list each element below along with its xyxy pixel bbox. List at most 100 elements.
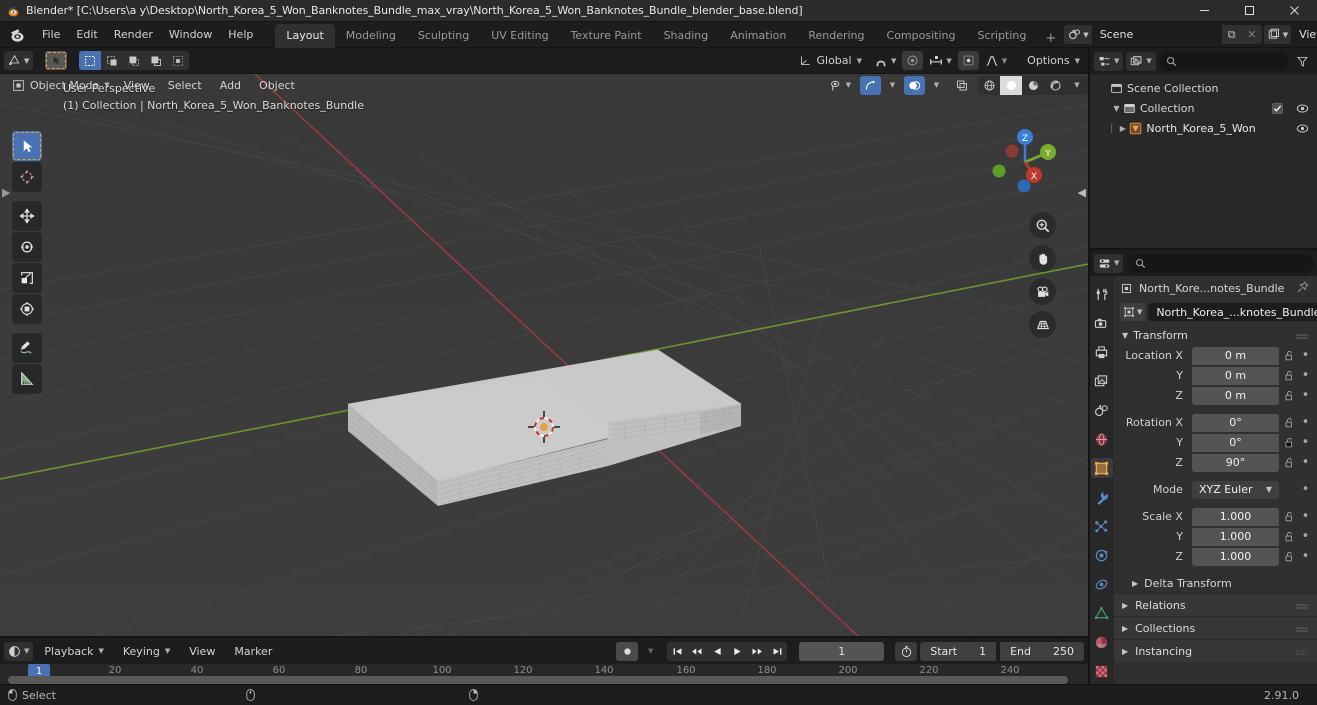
zoom-icon[interactable] <box>1029 212 1056 239</box>
auto-keying-button[interactable] <box>616 641 639 661</box>
view-layer-browse-button[interactable]: ▼ <box>1263 25 1292 44</box>
viewport-options-button[interactable]: Options ▼ <box>1023 51 1084 70</box>
tab-rendering[interactable]: Rendering <box>797 24 875 48</box>
blender-menu-icon[interactable] <box>8 26 26 44</box>
auto-keying-dropdown[interactable]: ▼ <box>641 642 660 661</box>
play-reverse-button[interactable] <box>707 642 727 661</box>
outliner-row-scene-collection[interactable]: Scene Collection <box>1090 78 1317 98</box>
tab-modeling[interactable]: Modeling <box>335 24 407 48</box>
wireframe-shading-button[interactable] <box>978 76 1000 95</box>
solid-shading-button[interactable] <box>1000 75 1022 95</box>
lock-icon[interactable] <box>1283 417 1296 428</box>
animate-property-dot[interactable]: • <box>1300 530 1311 543</box>
close-button[interactable] <box>1272 0 1317 22</box>
scale-z-input[interactable]: 1.000 <box>1191 547 1279 566</box>
scale-x-input[interactable]: 1.000 <box>1191 507 1279 526</box>
overlays-dropdown[interactable]: ▼ <box>927 76 946 95</box>
collections-panel[interactable]: ▶ Collections <box>1113 616 1317 639</box>
timeline-editor-type-button[interactable]: ▼ <box>4 641 34 661</box>
eye-visibility-icon[interactable] <box>1296 103 1309 114</box>
menu-window[interactable]: Window <box>161 25 220 44</box>
viewport-sidebar-toggle-left[interactable]: ▶ <box>2 186 10 199</box>
scene-name-field[interactable]: Scene <box>1091 25 1222 44</box>
menu-help[interactable]: Help <box>220 25 261 44</box>
properties-tab-material[interactable] <box>1091 632 1113 652</box>
lock-icon[interactable] <box>1283 551 1296 562</box>
pan-hand-icon[interactable] <box>1029 245 1056 272</box>
viewport-canvas[interactable]: Object Mode ▼ View Select Add Object ▼ ▼… <box>0 74 1088 638</box>
animate-property-dot[interactable]: • <box>1300 389 1311 402</box>
scale-y-input[interactable]: 1.000 <box>1191 527 1279 546</box>
object-browse-button[interactable]: ▼ <box>1119 303 1146 321</box>
object-disclosure-triangle[interactable]: ▶ <box>1116 124 1129 133</box>
show-gizmo-button[interactable] <box>860 75 881 95</box>
tool-rotate[interactable] <box>12 232 42 262</box>
outliner-row-object[interactable]: | ▶ North_Korea_5_Won <box>1090 118 1317 138</box>
select-intersect-button[interactable] <box>167 51 189 70</box>
outliner-row-collection[interactable]: ▼ Collection <box>1090 98 1317 118</box>
material-preview-button[interactable] <box>1022 76 1044 95</box>
properties-tab-render[interactable] <box>1091 313 1113 333</box>
properties-tab-world[interactable] <box>1091 429 1113 449</box>
properties-tab-scene[interactable] <box>1091 400 1113 420</box>
add-workspace-button[interactable]: + <box>1037 29 1064 48</box>
relations-panel[interactable]: ▶ Relations <box>1113 593 1317 616</box>
start-frame-input[interactable]: Start 1 <box>920 641 997 661</box>
proportional-falloff-button[interactable]: ▼ <box>981 51 1011 70</box>
properties-tab-view-layer[interactable] <box>1091 371 1113 391</box>
properties-tab-texture[interactable] <box>1091 661 1113 681</box>
view-layer-name-field[interactable]: View Layer <box>1291 25 1317 44</box>
tab-scripting[interactable]: Scripting <box>966 24 1037 48</box>
menu-file[interactable]: File <box>34 25 68 44</box>
tab-compositing[interactable]: Compositing <box>876 24 967 48</box>
delta-transform-disclosure-triangle[interactable]: ▶ <box>1132 579 1138 588</box>
properties-editor-type-button[interactable]: ▼ <box>1094 253 1124 273</box>
editor-type-button[interactable]: ▼ <box>4 51 34 70</box>
camera-icon[interactable] <box>1029 278 1056 305</box>
tab-sculpting[interactable]: Sculpting <box>407 24 480 48</box>
lock-icon[interactable] <box>1283 437 1296 448</box>
end-frame-input[interactable]: End 250 <box>1000 641 1084 661</box>
properties-tab-tool[interactable] <box>1091 284 1113 304</box>
lock-icon[interactable] <box>1283 370 1296 381</box>
rendered-shading-button[interactable] <box>1044 76 1066 95</box>
animate-property-dot[interactable]: • <box>1300 483 1311 496</box>
tool-tweak-select[interactable] <box>12 131 42 161</box>
outliner-search-input[interactable] <box>1158 51 1289 71</box>
scene-new-button[interactable]: ⧉ <box>1221 25 1242 44</box>
relations-disclosure-triangle[interactable]: ▶ <box>1122 601 1128 610</box>
viewport-sidebar-toggle-right[interactable]: ◀ <box>1078 186 1086 199</box>
transform-panel-header[interactable]: ▼ Transform <box>1114 324 1317 346</box>
timeline-menu-view[interactable]: View <box>181 642 223 661</box>
tab-uv-editing[interactable]: UV Editing <box>480 24 559 48</box>
animate-property-dot[interactable]: • <box>1300 369 1311 382</box>
tool-cursor[interactable] <box>12 162 42 192</box>
play-button[interactable] <box>727 642 747 661</box>
snap-target-button[interactable]: ▼ <box>870 51 900 70</box>
animate-property-dot[interactable]: • <box>1300 456 1311 469</box>
instancing-disclosure-triangle[interactable]: ▶ <box>1122 647 1128 656</box>
snap-increment-button[interactable]: ▼ <box>925 51 955 70</box>
timeline-menu-keying[interactable]: Keying ▼ <box>115 642 178 661</box>
rotation-mode-dropdown[interactable]: XYZ Euler ▼ <box>1191 480 1279 499</box>
lock-icon[interactable] <box>1283 390 1296 401</box>
rotation-y-input[interactable]: 0° <box>1191 433 1279 452</box>
eye-visibility-icon[interactable] <box>1296 123 1309 134</box>
outliner-editor-type-button[interactable]: ▼ <box>1094 51 1124 71</box>
navigation-gizmo[interactable]: Z Y X <box>987 124 1063 200</box>
object-name-field[interactable]: North_Korea_...knotes_Bundle <box>1148 303 1317 321</box>
tool-scale[interactable] <box>12 263 42 293</box>
jump-to-end-button[interactable] <box>767 642 787 661</box>
transform-orientation-button[interactable]: Global ▼ <box>795 51 868 70</box>
animate-property-dot[interactable]: • <box>1300 416 1311 429</box>
select-set-button[interactable] <box>79 51 102 70</box>
tab-layout[interactable]: Layout <box>275 23 335 48</box>
animate-property-dot[interactable]: • <box>1300 349 1311 362</box>
outliner-filter-button[interactable] <box>1292 52 1313 71</box>
lock-icon[interactable] <box>1283 531 1296 542</box>
minimize-button[interactable] <box>1182 0 1227 22</box>
lock-icon[interactable] <box>1283 511 1296 522</box>
location-z-input[interactable]: 0 m <box>1191 386 1279 405</box>
shading-dropdown[interactable]: ▼ <box>1066 76 1088 95</box>
timeline-menu-playback[interactable]: Playback ▼ <box>36 642 111 661</box>
